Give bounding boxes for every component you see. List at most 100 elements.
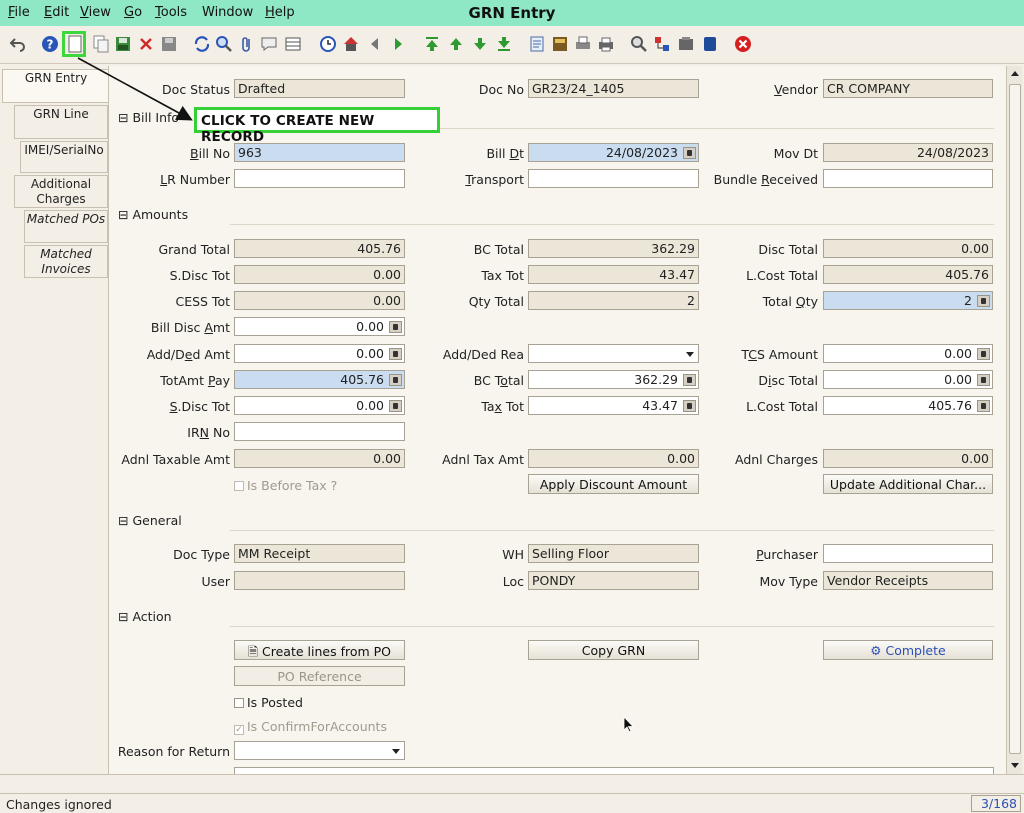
apply-discount-button[interactable]: Apply Discount Amount [528, 474, 699, 494]
undo-icon[interactable] [9, 35, 27, 53]
calendar-icon[interactable] [683, 147, 696, 159]
calculator-icon[interactable] [389, 374, 402, 386]
disc-total2-field[interactable]: 0.00 [823, 370, 993, 389]
exit-icon[interactable] [734, 35, 752, 53]
tax-tot-field[interactable]: 43.47 [528, 265, 699, 284]
amounts-section-header[interactable]: ⊟ Amounts [118, 207, 188, 222]
calculator-icon[interactable] [389, 348, 402, 360]
last-record-icon[interactable] [495, 35, 513, 53]
description-field[interactable] [234, 767, 994, 774]
user-field[interactable] [234, 571, 405, 590]
qty-total-field[interactable]: 2 [528, 291, 699, 310]
wh-field[interactable]: Selling Floor [528, 544, 699, 563]
doc-type-field[interactable]: MM Receipt [234, 544, 405, 563]
calculator-icon[interactable] [977, 295, 990, 307]
calculator-icon[interactable] [683, 374, 696, 386]
totamt-pay-field[interactable]: 405.76 [234, 370, 405, 389]
adnl-charges-field[interactable]: 0.00 [823, 449, 993, 468]
grand-total-field[interactable]: 405.76 [234, 239, 405, 258]
tab-grn-line[interactable]: GRN Line [14, 105, 108, 139]
find-icon[interactable] [215, 35, 233, 53]
complete-button[interactable]: ⚙ Complete [823, 640, 993, 660]
cess-tot-field[interactable]: 0.00 [234, 291, 405, 310]
add-ded-amt-field[interactable]: 0.00 [234, 344, 405, 363]
calculator-icon[interactable] [389, 321, 402, 333]
tcs-amount-field[interactable]: 0.00 [823, 344, 993, 363]
first-record-icon[interactable] [423, 35, 441, 53]
doc-status-field[interactable]: Drafted [234, 79, 405, 98]
sdisc-tot-field[interactable]: 0.00 [234, 265, 405, 284]
bundle-received-field[interactable] [823, 169, 993, 188]
po-reference-button[interactable]: PO Reference [234, 666, 405, 686]
save-disabled-icon[interactable] [160, 35, 178, 53]
chat-icon[interactable] [260, 35, 278, 53]
save-icon[interactable] [114, 35, 132, 53]
mov-type-field[interactable]: Vendor Receipts [823, 571, 993, 590]
transport-field[interactable] [528, 169, 699, 188]
tab-matched-invoices[interactable]: Matched Invoices [24, 245, 108, 278]
archive-icon[interactable] [551, 35, 569, 53]
scrollbar-thumb[interactable] [1009, 84, 1021, 754]
add-ded-rea-select[interactable] [528, 344, 699, 363]
irn-no-field[interactable] [234, 422, 405, 441]
tab-grn-entry[interactable]: GRN Entry [2, 69, 109, 103]
lr-number-field[interactable] [234, 169, 405, 188]
bill-dt-field[interactable]: 24/08/2023 [528, 143, 699, 162]
calculator-icon[interactable] [977, 348, 990, 360]
home-icon[interactable] [342, 35, 360, 53]
calculator-icon[interactable] [389, 400, 402, 412]
adnl-tax-field[interactable]: 0.00 [528, 449, 699, 468]
total-qty-field[interactable]: 2 [823, 291, 993, 310]
record-counter[interactable]: 3/168 [971, 795, 1021, 812]
bc-total2-field[interactable]: 362.29 [528, 370, 699, 389]
print-preview-icon[interactable] [574, 35, 592, 53]
chevron-down-icon[interactable] [684, 347, 696, 360]
vertical-scrollbar[interactable] [1006, 66, 1022, 774]
tab-imei-serialno[interactable]: IMEI/SerialNo [20, 141, 108, 173]
tab-additional-charges[interactable]: Additional Charges [14, 175, 108, 208]
tab-matched-pos[interactable]: Matched POs [24, 210, 108, 243]
general-section-header[interactable]: ⊟ General [118, 513, 182, 528]
delete-icon[interactable] [137, 35, 155, 53]
product-info-icon[interactable] [677, 35, 695, 53]
disc-total-field[interactable]: 0.00 [823, 239, 993, 258]
sdisc-tot2-field[interactable]: 0.00 [234, 396, 405, 415]
attachment-icon[interactable] [238, 35, 256, 53]
tax-tot2-field[interactable]: 43.47 [528, 396, 699, 415]
lcost-total2-field[interactable]: 405.76 [823, 396, 993, 415]
bill-disc-amt-field[interactable]: 0.00 [234, 317, 405, 336]
adnl-taxable-field[interactable]: 0.00 [234, 449, 405, 468]
next-icon[interactable] [390, 35, 408, 53]
grid-toggle-icon[interactable] [284, 35, 302, 53]
help-icon[interactable]: ? [41, 35, 59, 53]
create-lines-from-po-button[interactable]: 🗎 Create lines from PO [234, 640, 405, 660]
chevron-down-icon[interactable] [390, 744, 402, 757]
copy-record-icon[interactable] [92, 35, 110, 53]
is-confirm-for-accounts-checkbox[interactable]: ✓ Is ConfirmForAccounts [234, 719, 387, 735]
history-icon[interactable] [319, 35, 337, 53]
lcost-total-field[interactable]: 405.76 [823, 265, 993, 284]
calculator-icon[interactable] [683, 400, 696, 412]
calculator-icon[interactable] [977, 374, 990, 386]
bill-info-section-header[interactable]: ⊟ Bill Info [118, 110, 179, 125]
reason-for-return-select[interactable] [234, 741, 405, 760]
zoom-icon[interactable] [630, 35, 648, 53]
action-section-header[interactable]: ⊟ Action [118, 609, 172, 624]
is-before-tax-checkbox[interactable]: Is Before Tax ? [234, 478, 337, 493]
bill-no-field[interactable]: 963 [234, 143, 405, 162]
previous-record-icon[interactable] [447, 35, 465, 53]
update-additional-charges-button[interactable]: Update Additional Char... [823, 474, 993, 494]
loc-field[interactable]: PONDY [528, 571, 699, 590]
bc-total-field[interactable]: 362.29 [528, 239, 699, 258]
calculator-icon[interactable] [977, 400, 990, 412]
scroll-down-icon[interactable] [1008, 759, 1022, 773]
purchaser-field[interactable] [823, 544, 993, 563]
is-posted-checkbox[interactable]: Is Posted [234, 695, 303, 710]
next-record-icon[interactable] [471, 35, 489, 53]
copy-grn-button[interactable]: Copy GRN [528, 640, 699, 660]
print-icon[interactable] [597, 35, 615, 53]
refresh-icon[interactable] [193, 35, 211, 53]
mov-dt-field[interactable]: 24/08/2023 [823, 143, 993, 162]
scroll-up-icon[interactable] [1008, 67, 1022, 81]
report-icon[interactable] [528, 35, 546, 53]
